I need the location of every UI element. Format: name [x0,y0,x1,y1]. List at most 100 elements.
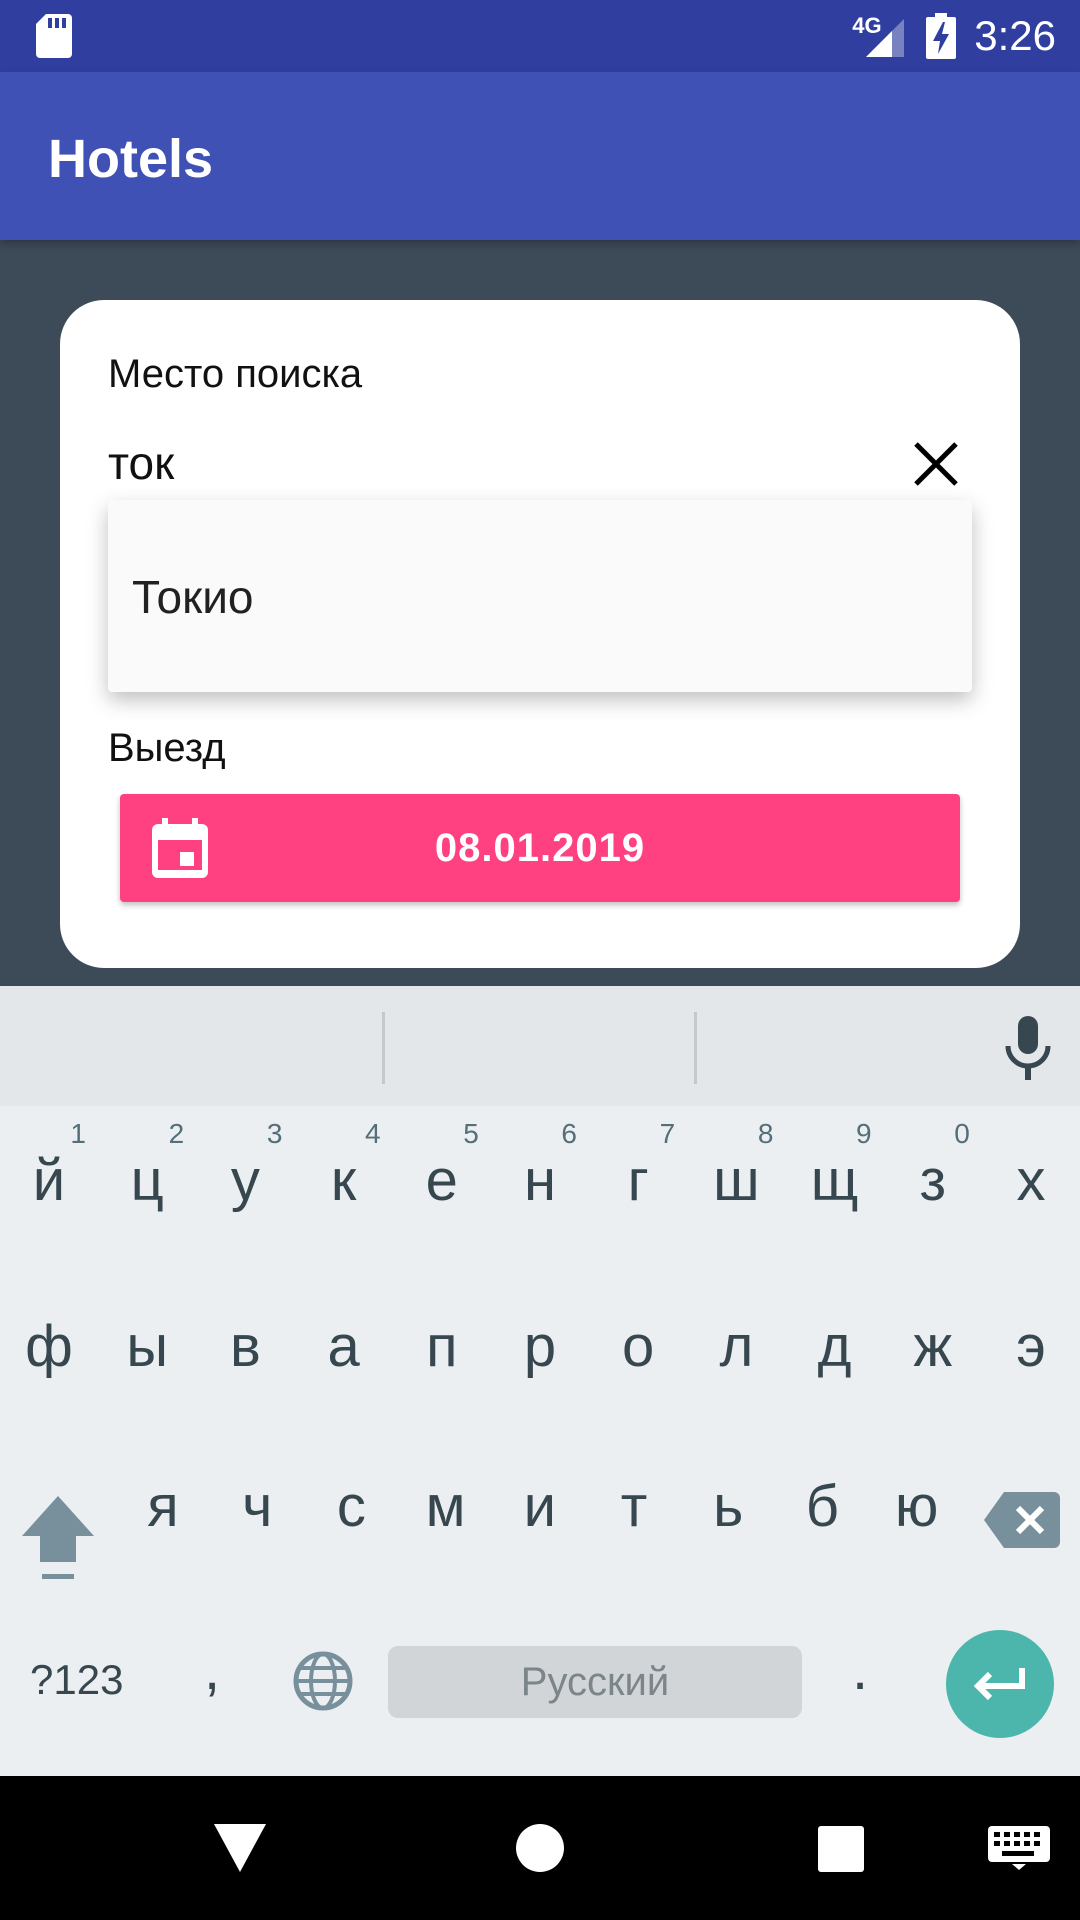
key-label: ш [713,1147,760,1213]
key-hint: 9 [856,1118,872,1149]
key[interactable]: ц2 [98,1110,196,1250]
signal-icon: 4G [852,13,908,59]
key-hint: 4 [365,1118,381,1149]
back-icon[interactable] [212,1822,268,1874]
key-label: у [230,1147,260,1213]
location-label: Место поиска [108,352,363,396]
key-label: х [1016,1147,1046,1213]
navigation-bar [0,1776,1080,1920]
soft-keyboard: й1ц2у3к4е5н6г7ш8щ9з0х фывапролджэ ячсмит… [0,986,1080,1776]
recents-icon[interactable] [818,1826,864,1872]
checkout-date-button[interactable]: 08.01.2019 [120,794,960,902]
key[interactable]: н6 [491,1110,589,1250]
app-title: Hotels [48,129,214,189]
location-input[interactable]: ток [108,436,174,490]
close-icon [914,442,958,486]
app-bar: Hotels [0,72,1080,240]
key-label: н [523,1147,557,1213]
key[interactable]: д [786,1276,884,1416]
key[interactable]: п [393,1276,491,1416]
symbols-key[interactable]: ?123 [30,1656,123,1704]
battery-charging-icon [926,13,957,59]
key-label: я [147,1473,179,1539]
shift-key[interactable] [16,1486,100,1596]
key-label: к [330,1147,357,1213]
key[interactable]: ы [98,1276,196,1416]
key-label: п [426,1313,458,1379]
key-label: ю [894,1473,939,1539]
key[interactable]: и [491,1436,589,1576]
key-hint: 7 [659,1118,676,1149]
key[interactable]: я [114,1436,212,1576]
key[interactable]: у3 [196,1110,294,1250]
key[interactable]: о [589,1276,687,1416]
key-label: м [425,1473,466,1539]
microphone-icon[interactable] [1004,1016,1052,1080]
period-key[interactable]: . [852,1636,868,1703]
key[interactable]: е5 [393,1110,491,1250]
key-label: и [523,1473,556,1539]
key-label: ж [913,1313,953,1379]
checkout-label: Выезд [108,726,226,770]
key[interactable]: х [982,1110,1080,1250]
key[interactable]: э [982,1276,1080,1416]
key-hint: 8 [757,1118,774,1149]
comma-key[interactable]: , [204,1636,220,1703]
key-label: з [919,1147,947,1213]
key[interactable]: т [585,1436,683,1576]
globe-icon[interactable] [292,1650,354,1712]
key[interactable]: с [302,1436,400,1576]
key-hint: 3 [266,1118,283,1149]
key-label: а [327,1313,360,1379]
key-hint: 6 [561,1118,577,1149]
key-label: т [620,1473,648,1539]
key[interactable]: й1 [0,1110,98,1250]
enter-key[interactable] [946,1630,1054,1738]
key[interactable]: ю [868,1436,966,1576]
key-label: э [1016,1313,1046,1379]
clock: 3:26 [974,12,1056,59]
key[interactable]: б [773,1436,871,1576]
strip-divider [694,1012,697,1084]
key[interactable]: м [397,1436,495,1576]
key[interactable]: ч [208,1436,306,1576]
key-label: ф [25,1313,73,1379]
enter-icon [973,1668,1025,1701]
space-key[interactable]: Русский [388,1646,802,1718]
key-label: ы [126,1313,169,1379]
key-label: р [523,1313,557,1379]
key[interactable]: ф [0,1276,98,1416]
key[interactable]: ь [679,1436,777,1576]
key-label: ц [130,1147,164,1213]
key[interactable]: в [196,1276,294,1416]
key[interactable]: з0 [884,1110,982,1250]
key-label: л [719,1313,754,1379]
key-label: о [622,1313,655,1379]
key[interactable]: ш8 [687,1110,785,1250]
strip-divider [382,1012,385,1084]
checkout-date-text: 08.01.2019 [434,825,646,870]
clear-button[interactable] [908,436,964,492]
key[interactable]: г7 [589,1110,687,1250]
key-label: е [425,1147,458,1213]
key-label: с [336,1473,366,1539]
key[interactable]: к4 [295,1110,393,1250]
calendar-icon [152,818,208,878]
suggestion-item[interactable]: Токио [132,570,254,624]
key-hint: 2 [168,1118,185,1149]
key[interactable]: щ9 [786,1110,884,1250]
key-label: ч [242,1473,273,1539]
key-label: г [627,1147,649,1213]
key-hint: 5 [463,1118,479,1149]
sd-card-icon [36,14,72,58]
backspace-key[interactable] [984,1490,1060,1550]
key[interactable]: л [687,1276,785,1416]
key-label: щ [810,1147,859,1213]
key-label: й [32,1147,66,1213]
key[interactable]: ж [884,1276,982,1416]
home-icon[interactable] [516,1824,564,1872]
keyboard-switch-icon[interactable] [988,1826,1050,1870]
key-hint: 1 [70,1118,86,1149]
key[interactable]: а [295,1276,393,1416]
key[interactable]: р [491,1276,589,1416]
